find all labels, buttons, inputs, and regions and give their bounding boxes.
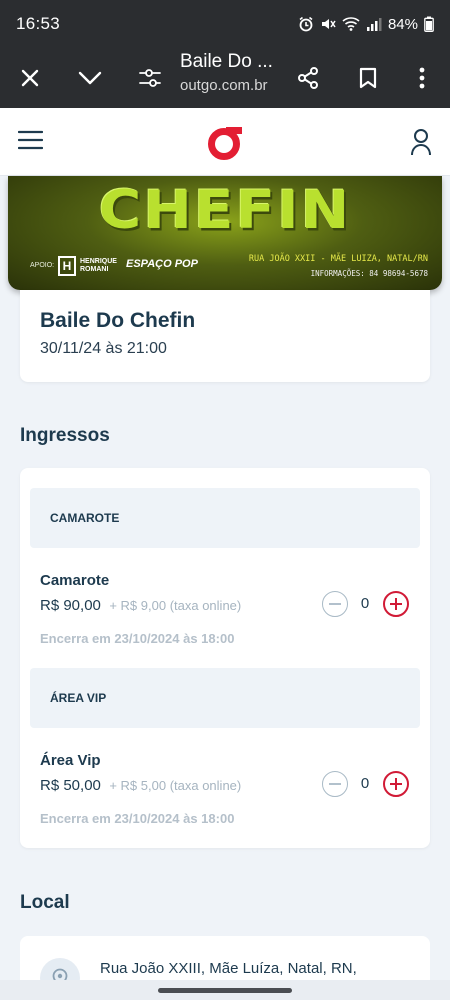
sponsor-logo-2: ESPAÇO POP [126, 258, 198, 270]
more-vertical-icon[interactable] [402, 58, 442, 98]
ticket-name: Camarote [40, 572, 110, 589]
banner-apoio-label: APOIO: [30, 262, 55, 269]
banner-info: INFORMAÇÕES: 84 98694-5678 [310, 269, 428, 278]
wifi-icon [342, 16, 360, 32]
banner-title: CHEFIN [98, 179, 352, 241]
alarm-icon [298, 16, 314, 32]
tickets-section-title: Ingressos [20, 425, 110, 446]
bookmark-icon[interactable] [348, 58, 388, 98]
signal-icon [366, 16, 382, 32]
ticket-quantity: 0 [360, 775, 370, 792]
sponsor-logo-mark: H [58, 256, 76, 276]
mute-icon [320, 16, 336, 32]
increase-quantity-button[interactable] [383, 591, 409, 617]
increase-quantity-button[interactable] [383, 771, 409, 797]
share-icon[interactable] [288, 58, 328, 98]
page-settings-icon[interactable] [130, 58, 170, 98]
ticket-price: R$ 50,00 [40, 777, 101, 794]
ticket-name: Área Vip [40, 752, 101, 769]
status-time: 16:53 [16, 14, 61, 33]
decrease-quantity-button[interactable] [322, 771, 348, 797]
status-icons: 84% [298, 16, 434, 33]
sponsor-logo-name: HENRIQUE ROMANI [80, 258, 117, 273]
event-date: 30/11/24 às 21:00 [40, 340, 167, 357]
battery-icon [424, 16, 434, 32]
ticket-price-line: R$ 50,00 + R$ 5,00 (taxa online) [40, 777, 241, 795]
ticket-fee: + R$ 5,00 (taxa online) [109, 778, 242, 793]
browser-toolbar: Baile Do ... outgo.com.br [0, 48, 450, 108]
home-gesture-handle[interactable] [158, 988, 292, 993]
browser-page-title[interactable]: Baile Do ... [180, 51, 273, 73]
menu-icon[interactable] [17, 130, 44, 155]
ticket-category-header: ÁREA VIP [30, 668, 420, 728]
close-icon[interactable] [10, 58, 50, 98]
location-address[interactable]: Rua João XXIII, Mãe Luíza, Natal, RN, [100, 960, 357, 977]
system-nav-bar [0, 980, 450, 1000]
ticket-price-line: R$ 90,00 + R$ 9,00 (taxa online) [40, 597, 241, 615]
decrease-quantity-button[interactable] [322, 591, 348, 617]
tickets-card: CAMAROTE Camarote R$ 90,00 + R$ 9,00 (ta… [20, 468, 430, 848]
ticket-deadline: Encerra em 23/10/2024 às 18:00 [40, 631, 235, 646]
user-icon[interactable] [410, 128, 432, 161]
battery-percent: 84% [387, 15, 418, 33]
site-header [0, 108, 450, 176]
event-info-card: Baile Do Chefin 30/11/24 às 21:00 [20, 290, 430, 382]
ticket-fee: + R$ 9,00 (taxa online) [109, 598, 242, 613]
outgo-logo[interactable] [206, 124, 244, 165]
ticket-quantity: 0 [360, 595, 370, 612]
banner-address: RUA JOÃO XXII - MÃE LUIZA, NATAL/RN [248, 254, 428, 264]
ticket-price: R$ 90,00 [40, 597, 101, 614]
event-banner: CHEFIN APOIO: H HENRIQUE ROMANI ESPAÇO P… [8, 176, 442, 290]
ticket-category-header: CAMAROTE [30, 488, 420, 548]
event-name: Baile Do Chefin [40, 309, 196, 332]
ticket-deadline: Encerra em 23/10/2024 às 18:00 [40, 811, 235, 826]
chevron-down-icon[interactable] [70, 58, 110, 98]
status-bar: 16:53 84% [0, 0, 450, 48]
browser-url[interactable]: outgo.com.br [180, 77, 268, 94]
local-section-title: Local [20, 892, 70, 913]
